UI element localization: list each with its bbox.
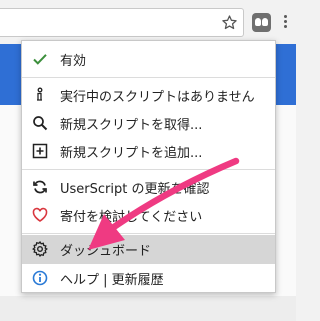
menu-item-donate[interactable]: 寄付を検討してください: [22, 201, 275, 229]
menu-item-check-updates[interactable]: UserScript の更新を確認: [22, 173, 275, 201]
refresh-icon: [32, 179, 48, 195]
address-bar[interactable]: [0, 8, 244, 37]
info-circle-icon: [32, 270, 48, 286]
browser-toolbar: [0, 0, 296, 44]
menu-item-add-script[interactable]: 新規スクリプトを追加...: [22, 137, 275, 165]
menu-item-label: 新規スクリプトを取得...: [60, 118, 203, 133]
checkmark-icon: [32, 51, 48, 67]
menu-item-label: UserScript の更新を確認: [60, 182, 210, 197]
menu-item-label: 有効: [60, 54, 87, 69]
menu-divider: [22, 77, 275, 78]
menu-item-label: 新規スクリプトを追加...: [60, 146, 203, 161]
menu-item-enabled[interactable]: 有効: [22, 45, 275, 73]
menu-item-label: 実行中のスクリプトはありません: [60, 90, 255, 105]
menu-item-label: ダッシュボード: [60, 244, 152, 259]
extension-dropdown-menu: 有効 実行中のスクリプトはありません 新規スクリプトを取得... 新規スクリプト…: [21, 40, 276, 293]
star-icon[interactable]: [221, 14, 238, 31]
menu-item-label: 寄付を検討してください: [60, 210, 203, 225]
add-box-icon: [32, 143, 48, 159]
heart-icon: [32, 207, 48, 223]
more-vert-icon[interactable]: [278, 13, 292, 32]
menu-divider: [22, 169, 275, 170]
menu-divider: [22, 233, 275, 234]
menu-item-help[interactable]: ヘルプ | 更新履歴: [22, 264, 275, 292]
menu-item-running-scripts: 実行中のスクリプトはありません: [22, 81, 275, 109]
page-footer-strip: [0, 296, 296, 321]
menu-item-label: ヘルプ | 更新履歴: [60, 273, 164, 288]
search-icon: [32, 115, 48, 131]
tampermonkey-icon[interactable]: [252, 13, 271, 32]
menu-item-get-script[interactable]: 新規スクリプトを取得...: [22, 109, 275, 137]
menu-item-dashboard[interactable]: ダッシュボード: [22, 235, 275, 264]
info-icon: [32, 87, 48, 103]
gear-icon: [32, 241, 48, 257]
